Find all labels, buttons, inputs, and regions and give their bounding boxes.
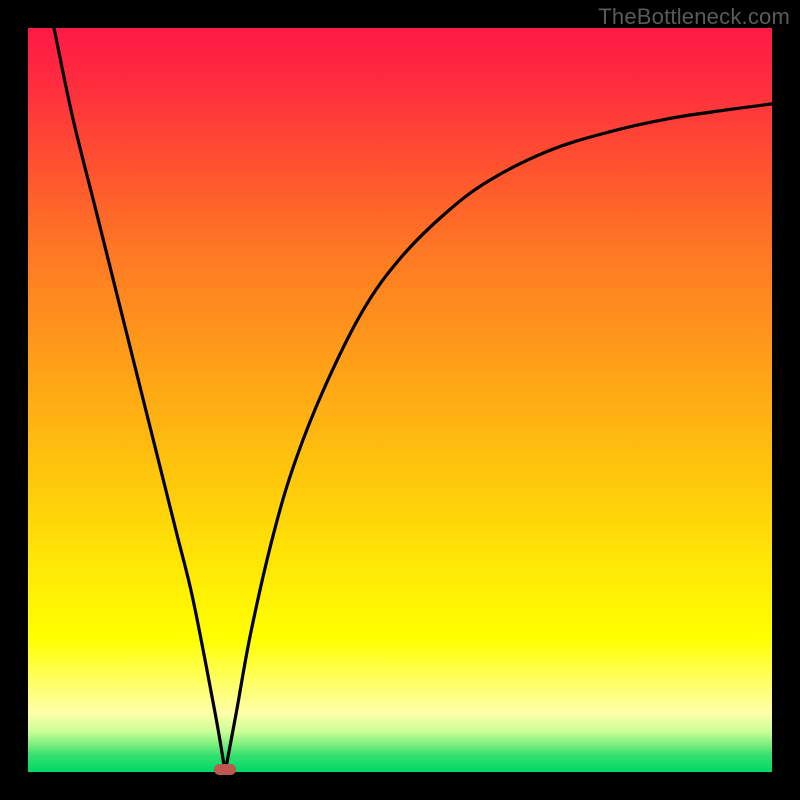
chart-frame: TheBottleneck.com xyxy=(0,0,800,800)
plot-area xyxy=(28,28,772,772)
curve-left-branch xyxy=(54,28,225,772)
curve-right-branch xyxy=(225,104,772,772)
watermark-text: TheBottleneck.com xyxy=(598,4,790,30)
bottleneck-curve xyxy=(28,28,772,772)
minimum-marker xyxy=(214,764,236,775)
